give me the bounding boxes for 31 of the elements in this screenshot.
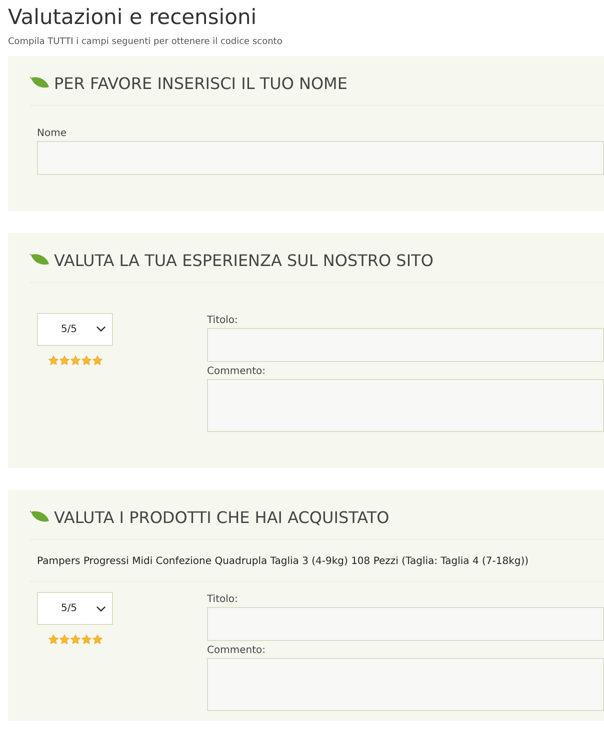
page-title: Valutazioni e recensioni [8, 4, 258, 30]
field-label: Commento: [207, 644, 266, 658]
star-icon [92, 354, 102, 366]
title-field[interactable] [207, 607, 604, 642]
comment-field[interactable] [207, 378, 604, 432]
name-field[interactable] [37, 140, 604, 175]
star-icon [92, 634, 102, 646]
field-label: Titolo: [207, 314, 239, 328]
section-heading: VALUTA I PRODOTTI CHE HAI ACQUISTATO [54, 508, 390, 528]
star-icon [58, 634, 70, 646]
comment-field[interactable] [207, 658, 604, 712]
field-label: Commento: [207, 364, 266, 379]
field-label: Titolo: [207, 593, 239, 608]
star-icon [80, 354, 92, 366]
title-field[interactable] [207, 328, 604, 362]
star-icon [58, 354, 70, 366]
leaf-icon [30, 254, 50, 266]
field-label: Nome [37, 126, 68, 141]
star-icon [48, 634, 58, 646]
rating-select[interactable]: 5/5 [37, 312, 113, 346]
section-heading: VALUTA LA TUA ESPERIENZA SUL NOSTRO SITO [54, 250, 434, 270]
star-icon [70, 634, 80, 646]
page-subtitle: Compila TUTTI i campi seguenti per ottenere il codice sconto [8, 36, 284, 49]
star-icon [80, 634, 92, 646]
star-icon [70, 354, 80, 366]
product-name: Pampers Progressi Midi Confezione Quadrupla Taglia 3 (4-9kg) 108 Pezzi (Taglia: Taglia 4 (7-18kg)) [30, 540, 604, 582]
leaf-icon [30, 511, 50, 524]
rating-select[interactable]: 5/5 [37, 592, 113, 626]
leaf-icon [30, 77, 50, 90]
star-icon [48, 354, 58, 366]
section-heading: PER FAVORE INSERISCI IL TUO NOME [54, 74, 348, 93]
